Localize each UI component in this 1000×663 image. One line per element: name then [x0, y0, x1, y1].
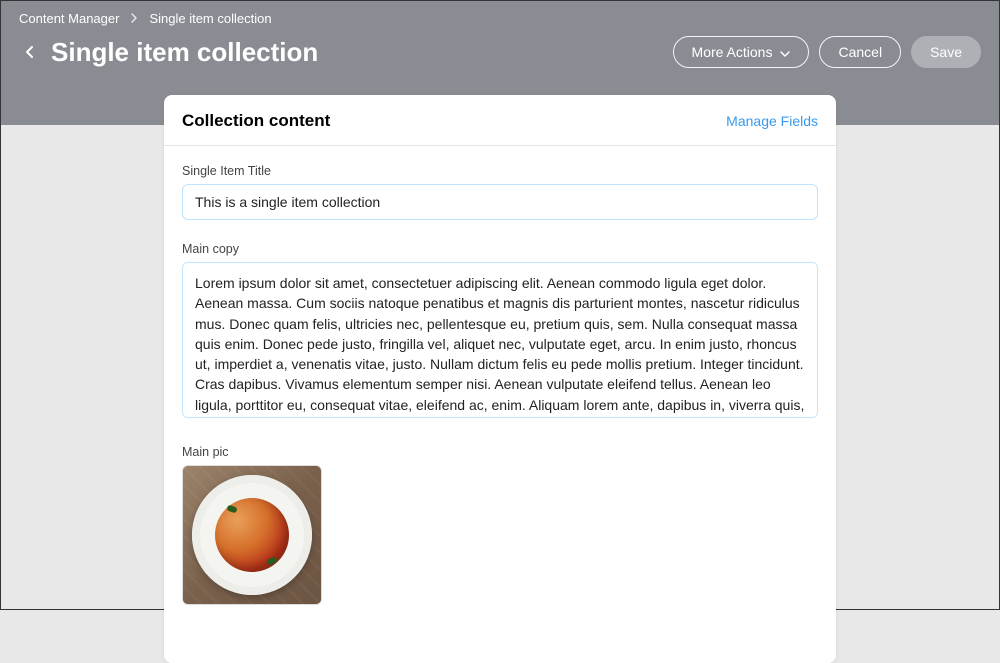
title-field-label: Single Item Title [182, 164, 818, 178]
chevron-down-icon [780, 44, 790, 60]
breadcrumb-current: Single item collection [149, 11, 271, 26]
cancel-button[interactable]: Cancel [819, 36, 901, 68]
title-left: Single item collection [19, 37, 318, 68]
back-button[interactable] [19, 41, 41, 63]
field-main-copy: Main copy [182, 242, 818, 423]
more-actions-button[interactable]: More Actions [673, 36, 810, 68]
main-copy-textarea[interactable] [182, 262, 818, 418]
cancel-label: Cancel [838, 44, 882, 60]
main-pic-label: Main pic [182, 445, 818, 459]
save-label: Save [930, 44, 962, 60]
manage-fields-link[interactable]: Manage Fields [726, 113, 818, 129]
content-card: Collection content Manage Fields Single … [164, 95, 836, 663]
card-header: Collection content Manage Fields [164, 95, 836, 146]
save-button[interactable]: Save [911, 36, 981, 68]
title-row: Single item collection More Actions Canc… [19, 36, 981, 68]
page-title: Single item collection [51, 37, 318, 68]
card-body: Single Item Title Main copy Main pic [164, 146, 836, 623]
breadcrumb: Content Manager Single item collection [19, 11, 981, 26]
card-title: Collection content [182, 111, 330, 131]
chevron-right-icon [131, 11, 137, 26]
chevron-left-icon [23, 45, 37, 59]
main-pic-thumbnail[interactable] [182, 465, 322, 605]
main-copy-label: Main copy [182, 242, 818, 256]
title-input[interactable] [182, 184, 818, 220]
food-icon [215, 498, 289, 572]
more-actions-label: More Actions [692, 44, 773, 60]
breadcrumb-root[interactable]: Content Manager [19, 11, 119, 26]
title-actions: More Actions Cancel Save [673, 36, 981, 68]
field-main-pic: Main pic [182, 445, 818, 605]
field-single-item-title: Single Item Title [182, 164, 818, 220]
